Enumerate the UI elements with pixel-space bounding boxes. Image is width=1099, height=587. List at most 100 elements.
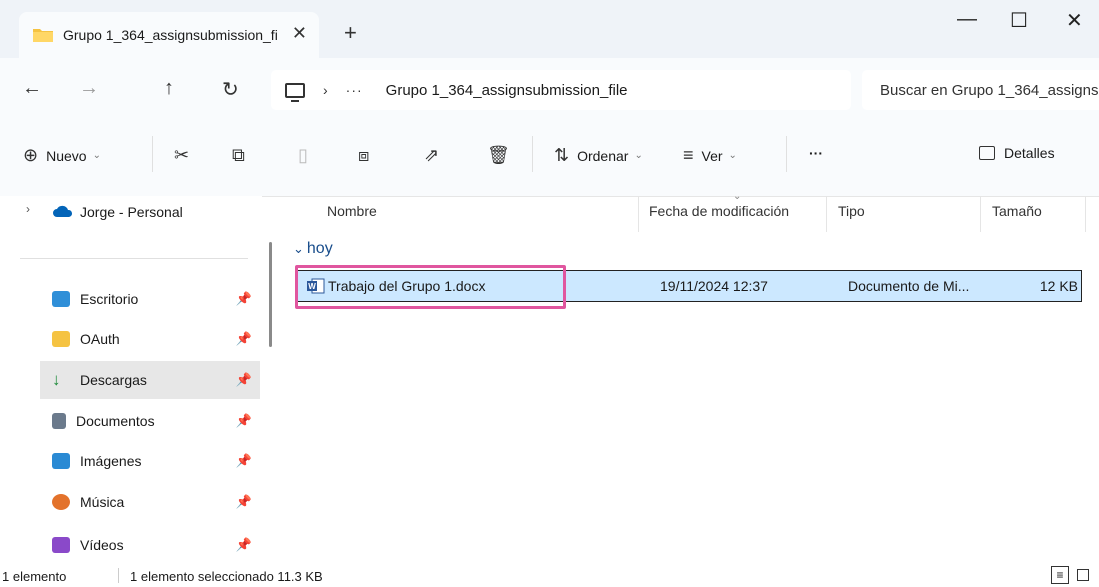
pin-icon[interactable]: 📌 — [236, 537, 252, 553]
navigation-bar: ← → ↑ ↻ › ··· Grupo 1_364_assignsubmissi… — [0, 58, 1099, 120]
view-button[interactable]: ≡ Ver ⌄ — [683, 145, 737, 166]
onedrive-cloud-icon — [52, 205, 74, 217]
up-button[interactable]: ↑ — [164, 77, 174, 100]
column-header-type[interactable]: Tipo — [838, 203, 865, 219]
cut-button[interactable]: ✂ — [174, 145, 189, 166]
column-header-modified[interactable]: Fecha de modificación — [649, 203, 789, 219]
pin-icon[interactable]: 📌 — [236, 331, 252, 347]
column-header-name[interactable]: Nombre — [327, 203, 377, 219]
forward-button[interactable]: → — [79, 77, 99, 100]
sidebar-item-imagenes[interactable]: Imágenes 📌 — [40, 442, 260, 480]
copy-icon: ⧉ — [232, 145, 245, 165]
back-button[interactable]: ← — [22, 77, 42, 100]
column-separator[interactable] — [1085, 196, 1086, 232]
pin-icon[interactable]: 📌 — [236, 372, 252, 388]
chevron-down-icon: ⌄ — [728, 150, 737, 161]
tab-close-icon[interactable]: ✕ — [292, 23, 307, 44]
sort-icon: ⇅ — [554, 145, 570, 165]
file-list: Nombre ⌄ Fecha de modificación Tipo Tama… — [285, 191, 1099, 566]
highlight-annotation — [295, 265, 566, 309]
expand-chevron-icon[interactable]: › — [26, 202, 30, 216]
refresh-button[interactable]: ↻ — [222, 77, 239, 102]
status-bar: 1 elemento 1 elemento seleccionado 11.3 … — [0, 566, 1099, 587]
breadcrumb-more-button[interactable]: ··· — [346, 82, 363, 98]
view-label: Ver — [701, 147, 723, 164]
sidebar-item-label: Descargas — [80, 372, 147, 388]
search-box[interactable]: Buscar en Grupo 1_364_assignsubmission_f… — [862, 70, 1099, 110]
close-window-button[interactable]: ✕ — [1066, 8, 1083, 33]
new-tab-button[interactable]: + — [344, 20, 357, 46]
sidebar-item-label: Vídeos — [80, 537, 124, 553]
more-options-button[interactable]: ··· — [809, 145, 823, 161]
sidebar-item-label: Música — [80, 494, 125, 510]
sidebar-item-onedrive[interactable]: Jorge - Personal — [80, 204, 183, 220]
pin-icon[interactable]: 📌 — [236, 494, 252, 510]
breadcrumb-current-folder[interactable]: Grupo 1_364_assignsubmission_file — [386, 82, 628, 99]
minimize-button[interactable]: — — [957, 8, 977, 31]
this-pc-icon — [285, 82, 305, 102]
toolbar-divider — [532, 136, 533, 172]
sidebar-item-oauth[interactable]: OAuth 📌 — [40, 320, 260, 358]
title-bar: Grupo 1_364_assignsubmission_file ✕ + — … — [0, 0, 1099, 58]
videos-icon — [52, 537, 70, 553]
copy-button[interactable]: ⧉ — [232, 145, 245, 166]
large-icons-view-button[interactable] — [1077, 569, 1089, 581]
paste-button[interactable]: ▯ — [298, 145, 308, 166]
share-button[interactable]: ⇗ — [424, 145, 439, 166]
breadcrumb-separator[interactable]: › — [323, 82, 328, 98]
command-bar: ⊕ Nuevo ⌄ ✂ ⧉ ▯ ⧈ ⇗ 🗑 ⇅ Ordenar ⌄ ≡ Ver … — [0, 120, 1099, 197]
folder-icon — [32, 27, 54, 43]
column-header-size[interactable]: Tamaño — [992, 203, 1042, 219]
group-label: hoy — [306, 240, 333, 257]
toolbar-divider — [152, 136, 153, 172]
collapse-chevron-icon: ⌄ — [293, 241, 304, 256]
sidebar-item-label: OAuth — [80, 331, 120, 347]
folder-icon — [52, 331, 70, 347]
sidebar-item-musica[interactable]: Música 📌 — [40, 483, 260, 521]
pin-icon[interactable]: 📌 — [236, 291, 252, 307]
column-separator[interactable] — [826, 196, 827, 232]
details-button[interactable]: Detalles — [979, 145, 1055, 161]
address-bar[interactable]: › ··· Grupo 1_364_assignsubmission_file — [271, 70, 851, 110]
group-header-hoy[interactable]: ⌄ hoy — [293, 240, 333, 258]
column-separator[interactable] — [980, 196, 981, 232]
pin-icon[interactable]: 📌 — [236, 413, 252, 429]
sidebar-item-documentos[interactable]: Documentos 📌 — [40, 402, 260, 440]
file-modified: 19/11/2024 12:37 — [660, 278, 768, 294]
chevron-down-icon: ⌄ — [92, 150, 101, 161]
chevron-down-icon: ⌄ — [634, 150, 643, 161]
new-button[interactable]: ⊕ Nuevo ⌄ — [23, 145, 101, 166]
status-divider — [118, 568, 119, 583]
rename-button[interactable]: ⧈ — [358, 145, 369, 166]
sidebar-item-label: Imágenes — [80, 453, 142, 469]
column-separator[interactable] — [638, 196, 639, 232]
sidebar-item-label: Documentos — [76, 413, 155, 429]
share-icon: ⇗ — [424, 145, 440, 165]
sidebar-item-videos[interactable]: Vídeos 📌 — [40, 526, 260, 564]
sort-button[interactable]: ⇅ Ordenar ⌄ — [554, 145, 643, 166]
music-icon — [52, 494, 70, 510]
details-view-button[interactable]: ≡ — [1051, 566, 1069, 584]
maximize-button[interactable]: ☐ — [1010, 8, 1028, 33]
sidebar-scrollbar[interactable] — [269, 242, 272, 347]
sidebar-item-escritorio[interactable]: Escritorio 📌 — [40, 280, 260, 318]
sidebar-divider — [20, 258, 248, 259]
delete-button[interactable]: 🗑 — [487, 145, 510, 166]
tab-title: Grupo 1_364_assignsubmission_file — [63, 27, 278, 43]
trash-icon: 🗑 — [487, 145, 510, 165]
pictures-icon — [52, 453, 70, 469]
new-label: Nuevo — [46, 147, 87, 164]
details-label: Detalles — [1004, 145, 1055, 161]
details-pane-icon — [979, 146, 995, 160]
sort-indicator-icon: ⌄ — [733, 191, 742, 202]
view-lines-icon: ≡ — [683, 145, 694, 165]
item-count: 1 elemento — [2, 569, 67, 584]
sidebar-item-label: Escritorio — [80, 291, 139, 307]
selection-info: 1 elemento seleccionado 11.3 KB — [130, 569, 323, 584]
sort-label: Ordenar — [577, 147, 629, 164]
tab-current-folder[interactable]: Grupo 1_364_assignsubmission_file ✕ — [19, 12, 319, 58]
sidebar-item-descargas[interactable]: ↓ Descargas 📌 — [40, 361, 260, 399]
plus-circle-icon: ⊕ — [23, 145, 39, 165]
pin-icon[interactable]: 📌 — [236, 453, 252, 469]
clipboard-icon: ▯ — [298, 145, 308, 165]
